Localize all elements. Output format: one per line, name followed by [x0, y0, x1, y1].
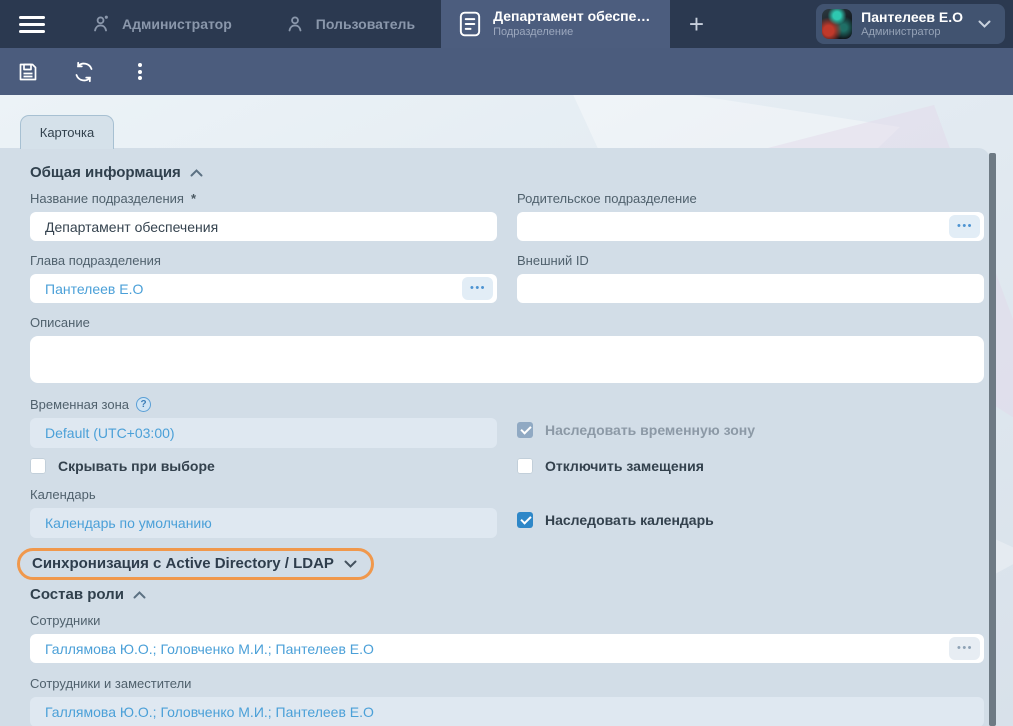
checkbox-label: Наследовать временную зону — [545, 422, 755, 438]
calendar-field: Календарь по умолчанию — [30, 508, 497, 538]
admin-user-icon — [90, 13, 112, 35]
document-icon — [457, 10, 483, 38]
help-icon[interactable]: ? — [136, 397, 151, 412]
chevron-up-icon — [133, 591, 146, 599]
app-window: Администратор Пользователь Департамент о… — [0, 0, 1013, 726]
ellipsis-icon: ••• — [956, 643, 973, 654]
action-toolbar — [0, 48, 1013, 95]
field-label: Родительское подразделение — [517, 191, 697, 206]
ellipsis-icon: ••• — [469, 283, 486, 294]
section-sync-ad-ldap-header[interactable]: Синхронизация с Active Directory / LDAP — [17, 548, 374, 580]
checkbox-inherit-timezone: Наследовать временную зону — [517, 422, 984, 438]
refresh-button[interactable] — [68, 56, 100, 88]
chevron-down-icon — [344, 560, 357, 568]
checkbox-inherit-calendar[interactable]: Наследовать календарь — [517, 512, 984, 528]
tab-administrator[interactable]: Администратор — [64, 0, 258, 48]
active-tab-title: Департамент обеспе… — [493, 8, 650, 26]
menu-button[interactable] — [0, 0, 64, 48]
field-label: Глава подразделения — [30, 253, 161, 268]
checkbox-hide-on-select[interactable]: Скрывать при выборе — [30, 458, 497, 474]
tab-card[interactable]: Карточка — [20, 115, 114, 149]
ellipsis-icon: ••• — [956, 221, 973, 232]
tab-user[interactable]: Пользователь — [258, 0, 441, 48]
tab-label: Пользователь — [316, 16, 415, 32]
section-title-text: Синхронизация с Active Directory / LDAP — [32, 555, 334, 572]
section-role-header[interactable]: Состав роли — [30, 586, 984, 603]
external-id-input[interactable] — [517, 274, 984, 303]
checkbox-label: Отключить замещения — [545, 458, 704, 474]
department-head-picker-button[interactable]: ••• — [462, 277, 493, 300]
save-button[interactable] — [12, 56, 44, 88]
checkbox-icon — [517, 422, 533, 438]
field-label: Сотрудники — [30, 613, 100, 628]
timezone-field: Default (UTC+03:00) — [30, 418, 497, 448]
tab-label: Администратор — [122, 16, 232, 32]
checkbox-label: Скрывать при выборе — [58, 458, 215, 474]
chevron-up-icon — [190, 169, 203, 177]
checkbox-disable-substitution[interactable]: Отключить замещения — [517, 458, 984, 474]
user-icon — [284, 13, 306, 35]
form-panel: Общая информация Название подразделения … — [0, 148, 990, 726]
field-label: Описание — [30, 315, 90, 330]
field-label: Временная зона — [30, 397, 129, 412]
section-title-text: Состав роли — [30, 586, 124, 603]
active-tab-subtitle: Подразделение — [493, 26, 650, 40]
new-tab-button[interactable]: + — [670, 0, 722, 48]
tab-department-active[interactable]: Департамент обеспе… Подразделение — [441, 0, 670, 48]
field-label: Календарь — [30, 487, 96, 502]
more-options-button[interactable] — [124, 56, 156, 88]
user-role: Администратор — [861, 26, 963, 39]
required-marker: * — [191, 191, 196, 206]
parent-department-picker-button[interactable]: ••• — [949, 215, 980, 238]
department-name-input[interactable] — [30, 212, 497, 241]
checkbox-icon[interactable] — [30, 458, 46, 474]
employees-picker-button[interactable]: ••• — [949, 637, 980, 660]
vertical-scrollbar[interactable] — [989, 153, 996, 726]
hamburger-icon — [19, 12, 45, 37]
top-bar: Администратор Пользователь Департамент о… — [0, 0, 1013, 48]
checkbox-label: Наследовать календарь — [545, 512, 714, 528]
checkbox-icon[interactable] — [517, 458, 533, 474]
field-label: Сотрудники и заместители — [30, 676, 191, 691]
chevron-down-icon — [978, 20, 991, 28]
content-area: Карточка Общая информация Название подра… — [0, 95, 1013, 726]
section-general-header[interactable]: Общая информация — [30, 164, 984, 181]
save-icon — [16, 60, 40, 84]
employees-deputies-field: Галлямова Ю.О.; Головченко М.И.; Пантеле… — [30, 697, 984, 726]
checkbox-icon[interactable] — [517, 512, 533, 528]
field-label: Внешний ID — [517, 253, 589, 268]
user-name: Пантелеев Е.О — [861, 9, 963, 26]
section-title-text: Общая информация — [30, 164, 181, 181]
avatar — [822, 9, 852, 39]
department-head-input[interactable] — [30, 274, 497, 303]
kebab-menu-icon — [138, 61, 142, 83]
user-profile-button[interactable]: Пантелеев Е.О Администратор — [816, 4, 1005, 44]
description-textarea[interactable] — [30, 336, 984, 383]
employees-input[interactable] — [30, 634, 984, 663]
field-label: Название подразделения — [30, 191, 184, 206]
refresh-icon — [72, 60, 96, 84]
parent-department-input[interactable] — [517, 212, 984, 241]
plus-icon: + — [689, 9, 704, 40]
